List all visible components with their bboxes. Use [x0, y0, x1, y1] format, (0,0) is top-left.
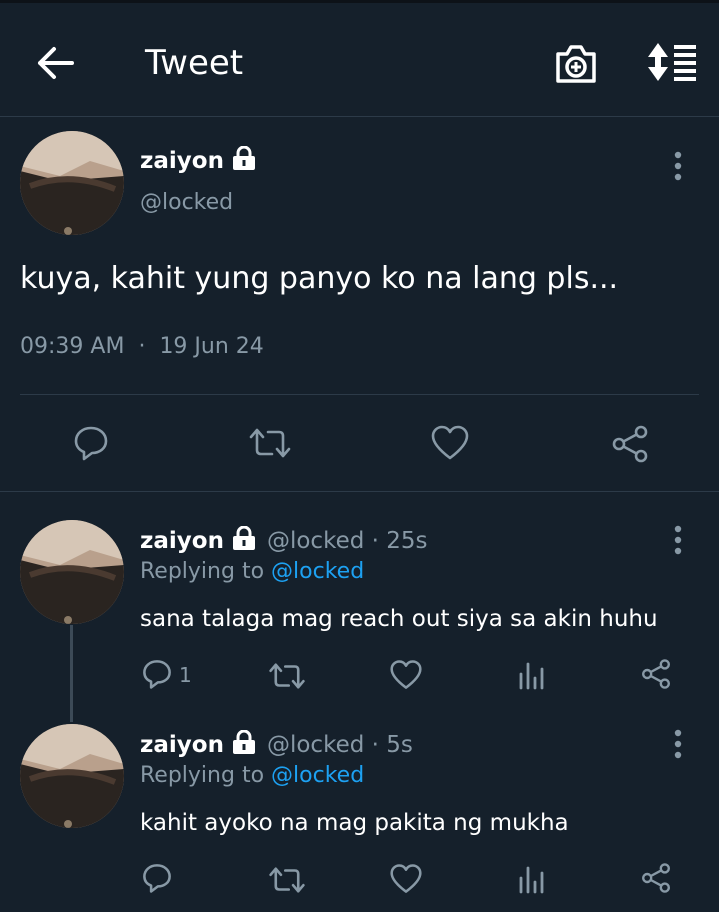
arrow-left-icon[interactable] [34, 43, 78, 83]
author-name: zaiyon [140, 528, 224, 554]
share-icon[interactable] [640, 658, 672, 694]
mention-link[interactable]: @locked [271, 763, 364, 788]
sort-expand-icon[interactable] [644, 41, 700, 85]
share-icon[interactable] [610, 424, 650, 468]
author-name-text: zaiyon [140, 148, 224, 174]
lock-icon [231, 145, 257, 178]
author-name[interactable]: zaiyon [140, 145, 257, 178]
actions-divider [0, 491, 719, 492]
avatar[interactable] [20, 131, 124, 235]
analytics-icon[interactable] [517, 864, 545, 898]
heart-icon[interactable] [389, 659, 423, 695]
replying-to-label: Replying to [140, 559, 265, 584]
reply-text: kahit ayoko na mag pakita ng mukha [140, 810, 569, 836]
heart-icon[interactable] [389, 863, 423, 899]
tweet-text: kuya, kahit yung panyo ko na lang pls... [20, 261, 619, 296]
tweet-time: 09:39 AM [20, 334, 125, 359]
reply-count: 1 [179, 663, 192, 687]
handle-time: @locked · 5s [266, 732, 413, 758]
header-divider [0, 116, 719, 117]
replying-to-label: Replying to [140, 763, 265, 788]
reply-header[interactable]: zaiyon @locked · 5s [140, 729, 413, 762]
camera-add-icon[interactable] [552, 41, 600, 87]
reply-icon[interactable] [141, 862, 173, 898]
avatar[interactable] [20, 724, 124, 828]
handle-time: @locked · 25s [266, 528, 428, 554]
replying-to: Replying to @locked [140, 761, 364, 791]
replying-to: Replying to @locked [140, 557, 364, 587]
retweet-icon[interactable] [268, 865, 306, 899]
reply-icon[interactable] [141, 658, 173, 694]
more-vertical-icon[interactable] [668, 522, 688, 558]
tweet-timestamp: 09:39 AM · 19 Jun 24 [20, 332, 264, 362]
thread-connector [70, 625, 73, 722]
heart-icon[interactable] [430, 424, 470, 466]
lock-icon [231, 525, 257, 558]
author-handle[interactable]: @locked [140, 188, 233, 218]
page-title: Tweet [145, 43, 244, 83]
retweet-icon[interactable] [268, 661, 306, 695]
top-app-bar: Tweet [0, 3, 719, 116]
reply-icon[interactable] [72, 424, 110, 466]
more-vertical-icon[interactable] [668, 148, 688, 184]
tweet-date: 19 Jun 24 [159, 334, 264, 359]
lock-icon [231, 729, 257, 762]
reply-text: sana talaga mag reach out siya sa akin h… [140, 606, 658, 632]
reply-header[interactable]: zaiyon @locked · 25s [140, 525, 428, 558]
share-icon[interactable] [640, 862, 672, 898]
meta-separator: · [138, 334, 146, 359]
avatar[interactable] [20, 520, 124, 624]
meta-divider [20, 394, 699, 395]
retweet-icon[interactable] [248, 426, 292, 464]
mention-link[interactable]: @locked [271, 559, 364, 584]
analytics-icon[interactable] [517, 660, 545, 694]
more-vertical-icon[interactable] [668, 726, 688, 762]
author-name: zaiyon [140, 732, 224, 758]
